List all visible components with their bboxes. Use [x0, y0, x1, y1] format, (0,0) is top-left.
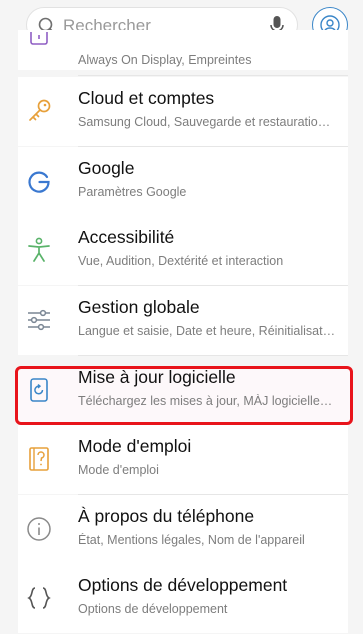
sliders-icon [28, 309, 50, 331]
settings-item-subtitle: Samsung Cloud, Sauvegarde et restauratio… [78, 115, 331, 129]
lock-screen-icon [30, 32, 48, 45]
settings-item-about-phone[interactable]: À propos du téléphone État, Mentions lég… [18, 495, 348, 564]
settings-item-title: Options de développement [78, 575, 288, 595]
settings-item-title: Accessibilité [78, 227, 175, 247]
settings-item-title: Mise à jour logicielle [78, 367, 236, 387]
manual-icon [29, 447, 49, 471]
info-icon [27, 517, 51, 541]
settings-item-cloud-accounts[interactable]: Cloud et comptes Samsung Cloud, Sauvegar… [18, 77, 348, 146]
settings-item-title: Google [78, 158, 135, 178]
settings-item-subtitle: Mode d'emploi [78, 463, 159, 477]
settings-item-subtitle: Téléchargez les mises à jour, MÀJ logici… [78, 394, 333, 408]
divider [78, 75, 348, 76]
software-update-icon [30, 378, 48, 402]
settings-item-general-management[interactable]: Gestion globale Langue et saisie, Date e… [18, 286, 348, 355]
settings-item-subtitle: Paramètres Google [78, 185, 187, 199]
settings-item-title: Mode d'emploi [78, 436, 192, 456]
settings-item-subtitle: Langue et saisie, Date et heure, Réiniti… [78, 324, 336, 338]
settings-item-title: Gestion globale [78, 297, 200, 317]
key-icon [29, 99, 51, 121]
settings-item-subtitle: Vue, Audition, Dextérité et interaction [78, 254, 284, 268]
settings-item-software-update[interactable]: Mise à jour logicielle Téléchargez les m… [18, 356, 348, 425]
settings-item-lock-screen[interactable]: Always On Display, Empreintes [18, 30, 348, 70]
settings-item-subtitle: Always On Display, Empreintes [78, 53, 252, 67]
settings-item-title: Cloud et comptes [78, 88, 215, 108]
settings-item-title: À propos du téléphone [78, 506, 255, 526]
accessibility-icon [28, 237, 50, 262]
settings-item-accessibility[interactable]: Accessibilité Vue, Audition, Dextérité e… [18, 216, 348, 285]
developer-braces-icon [27, 587, 51, 609]
settings-item-google[interactable]: Google Paramètres Google [18, 147, 348, 216]
google-icon [28, 171, 50, 193]
settings-item-subtitle: Options de développement [78, 602, 228, 616]
settings-item-developer-options[interactable]: Options de développement Options de déve… [18, 564, 348, 633]
settings-item-user-manual[interactable]: Mode d'emploi Mode d'emploi [18, 425, 348, 494]
settings-item-subtitle: État, Mentions légales, Nom de l'apparei… [78, 533, 305, 547]
